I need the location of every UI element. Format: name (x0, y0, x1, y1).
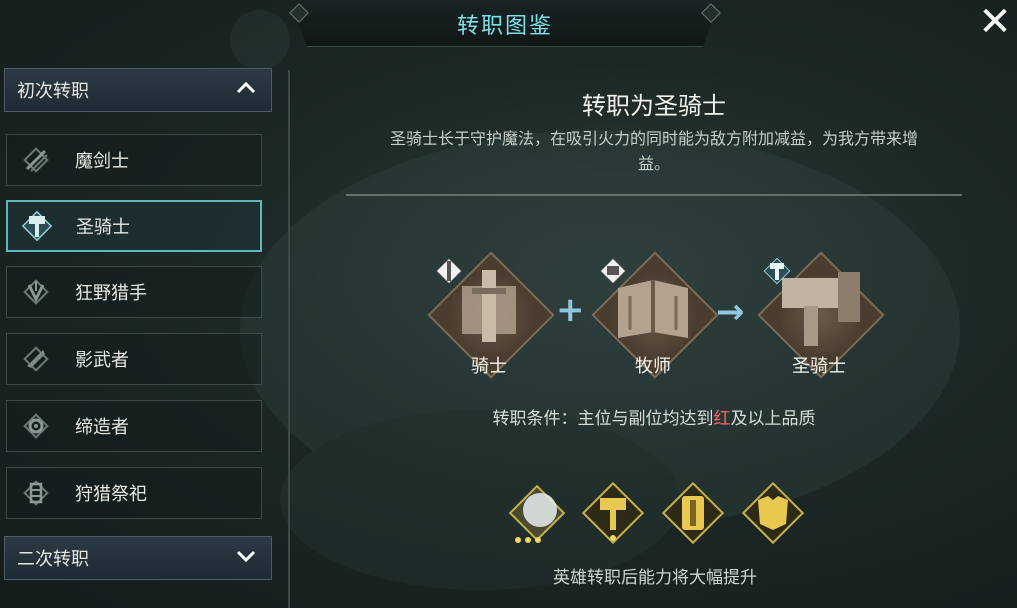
sidebar-item-creator[interactable]: 缔造者 (6, 400, 262, 452)
shield-token-icon (661, 481, 725, 545)
group-label: 二次转职 (17, 549, 89, 570)
totem-icon (17, 474, 55, 512)
job-heading: 转职为圣骑士 (582, 92, 726, 120)
priest-badge-icon (599, 257, 627, 285)
class-label-paladin: 圣骑士 (792, 356, 846, 377)
reward-caption: 英雄转职后能力将大幅提升 (553, 568, 757, 588)
sidebar-item-label: 缔造者 (75, 417, 129, 438)
gear-forge-icon (17, 407, 55, 445)
class-card-priest: 牧师 (588, 248, 719, 379)
chevron-up-icon (235, 79, 257, 102)
page-title: 转职图鉴 (456, 14, 553, 39)
job-description: 圣骑士长于守护魔法，在吸引火力的同时能为敌方附加减益，为我方带来增益。 (389, 129, 918, 173)
sidebar-divider (288, 70, 290, 608)
condition-quality-highlight: 红 (713, 409, 731, 429)
hammer-token-icon (581, 481, 645, 545)
sword-crossed-icon (17, 141, 55, 179)
chevron-down-icon (235, 547, 257, 570)
hammer-shield-icon (18, 207, 56, 245)
section-divider (346, 194, 962, 196)
knight-badge-icon (435, 257, 463, 285)
sidebar-item-paladin[interactable]: 圣骑士 (6, 200, 262, 252)
sidebar-item-label: 狂野猎手 (75, 283, 147, 304)
armor-token-icon (741, 481, 805, 545)
sidebar-item-label: 魔剑士 (75, 151, 129, 172)
sidebar-item-wild-hunter[interactable]: 狂野猎手 (6, 266, 262, 318)
job-change-condition: 转职条件：主位与副位均达到红及以上品质 (346, 404, 962, 429)
condition-suffix: 及以上品质 (730, 409, 816, 429)
class-card-paladin: 圣骑士 (754, 248, 885, 379)
glowing-orb-icon (508, 484, 566, 543)
class-label-knight: 骑士 (471, 356, 507, 377)
close-icon[interactable]: ✕ (975, 2, 1015, 42)
beast-claw-icon (17, 273, 55, 311)
group-label: 初次转职 (17, 81, 89, 102)
group-header-first-job[interactable]: 初次转职 (4, 68, 272, 112)
arrow-right-icon: → (716, 292, 745, 332)
class-card-knight: 骑士 (424, 248, 555, 379)
class-label-priest: 牧师 (635, 356, 671, 377)
sidebar-item-label: 狩猎祭祀 (75, 484, 147, 505)
condition-prefix: 转职条件：主位与副位均达到 (492, 409, 714, 429)
sidebar-item-hunt-priest[interactable]: 狩猎祭祀 (6, 467, 262, 519)
shadow-blade-icon (17, 340, 55, 378)
group-header-second-job[interactable]: 二次转职 (4, 536, 272, 580)
sidebar-item-label: 影武者 (75, 350, 129, 371)
plus-icon: + (556, 290, 585, 330)
sidebar-item-label: 圣骑士 (76, 217, 130, 238)
sidebar-item-shadow-warrior[interactable]: 影武者 (6, 333, 262, 385)
sidebar-item-magic-swordsman[interactable]: 魔剑士 (6, 134, 262, 186)
paladin-badge-icon (763, 257, 791, 285)
